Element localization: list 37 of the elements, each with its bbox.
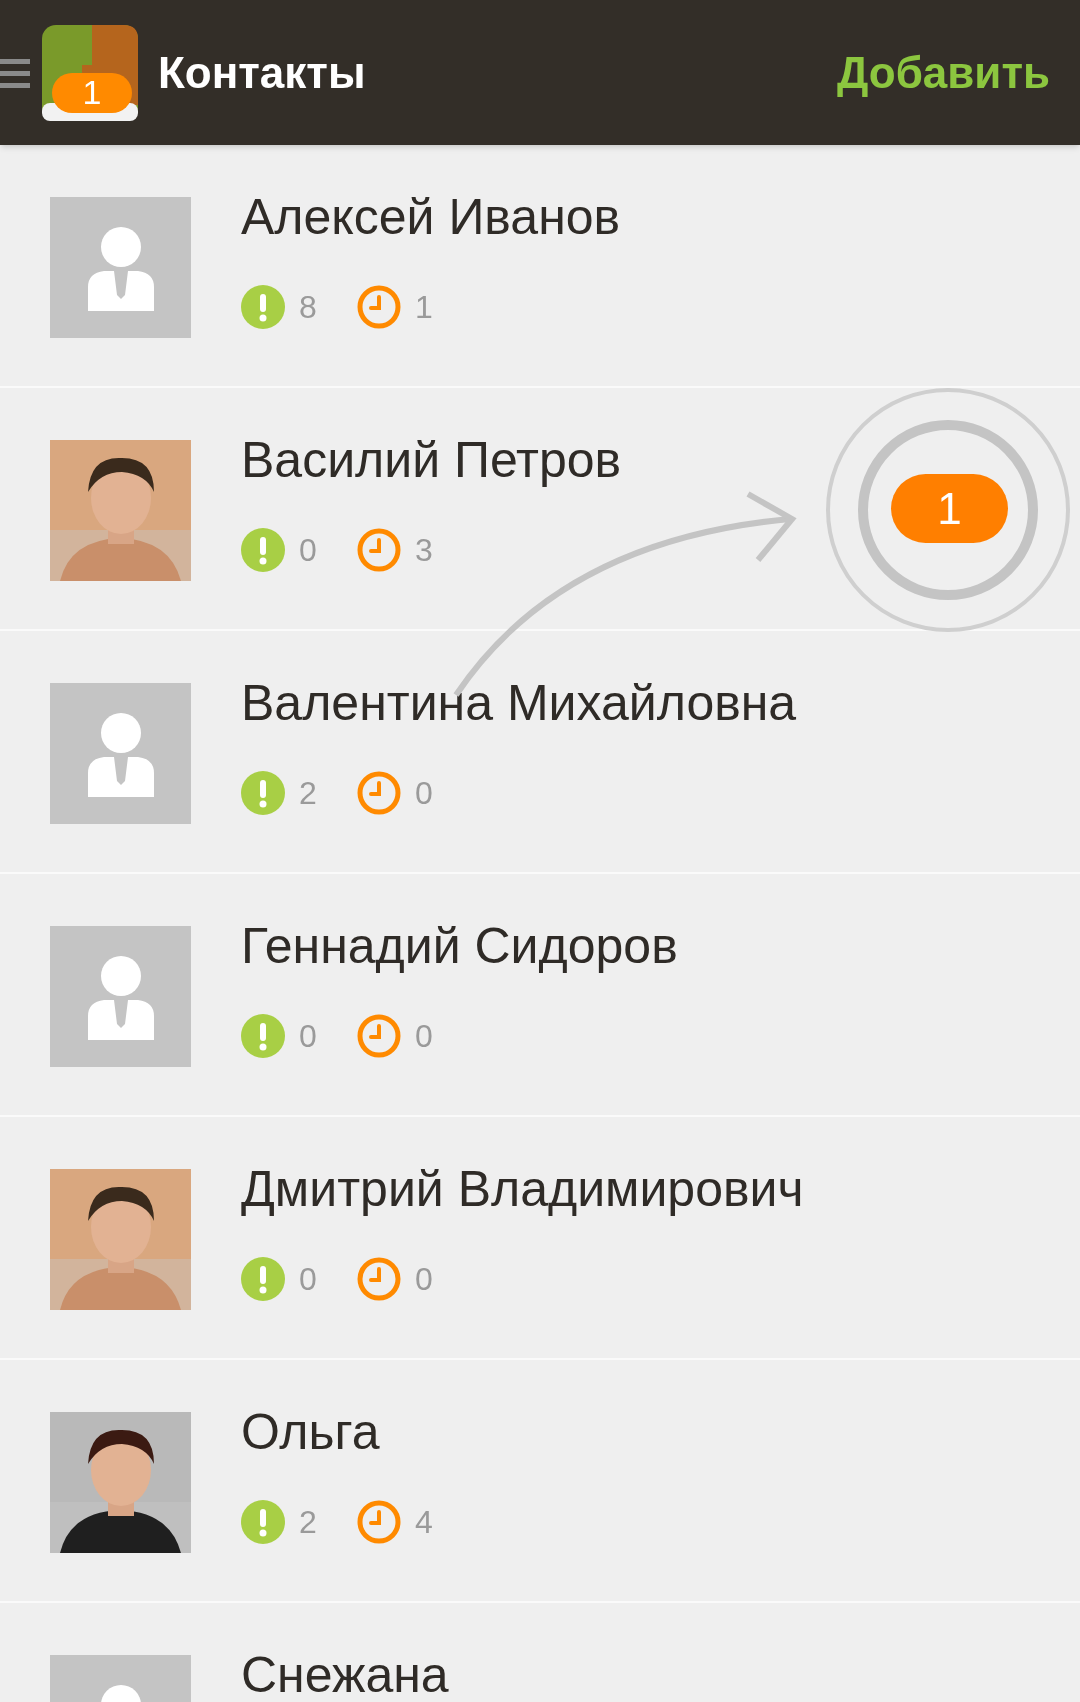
clock-icon	[357, 771, 401, 815]
add-button[interactable]: Добавить	[836, 39, 1050, 106]
person-icon	[85, 224, 156, 311]
clock-icon	[357, 285, 401, 329]
exclamation-icon	[241, 771, 285, 815]
count-label: 0	[415, 1017, 434, 1056]
contact-name: Василий Петров	[241, 431, 622, 490]
clock-icon	[357, 1257, 401, 1301]
contact-name: Снежана	[241, 1646, 449, 1702]
exclamation-icon	[241, 285, 285, 329]
contact-name: Ольга	[241, 1403, 381, 1462]
count-label: 0	[299, 1260, 318, 1299]
clock-icon	[357, 1500, 401, 1544]
count-label: 0	[415, 1260, 434, 1299]
exclamation-icon	[241, 1014, 285, 1058]
contact-name: Валентина Михайловна	[241, 674, 797, 733]
count-label: 2	[299, 774, 318, 813]
contact-name: Геннадий Сидоров	[241, 917, 678, 976]
exclamation-icon	[241, 1257, 285, 1301]
clock-icon	[357, 528, 401, 572]
count-label: 2	[299, 1503, 318, 1542]
person-icon	[85, 953, 156, 1040]
contact-name: Алексей Иванов	[241, 188, 621, 247]
exclamation-icon	[241, 1500, 285, 1544]
count-label: 8	[299, 288, 318, 327]
count-label: 0	[299, 1017, 318, 1056]
contact-name: Дмитрий Владимирович	[241, 1160, 804, 1219]
person-icon	[85, 710, 156, 797]
count-label: 0	[299, 531, 318, 570]
clock-icon	[357, 1014, 401, 1058]
count-label: 0	[415, 774, 434, 813]
screen-title: Контакты	[158, 46, 366, 99]
tutorial-badge: 1	[891, 474, 1008, 543]
count-label: 1	[415, 288, 434, 327]
exclamation-icon	[241, 528, 285, 572]
count-label: 3	[415, 531, 434, 570]
count-label: 4	[415, 1503, 434, 1542]
